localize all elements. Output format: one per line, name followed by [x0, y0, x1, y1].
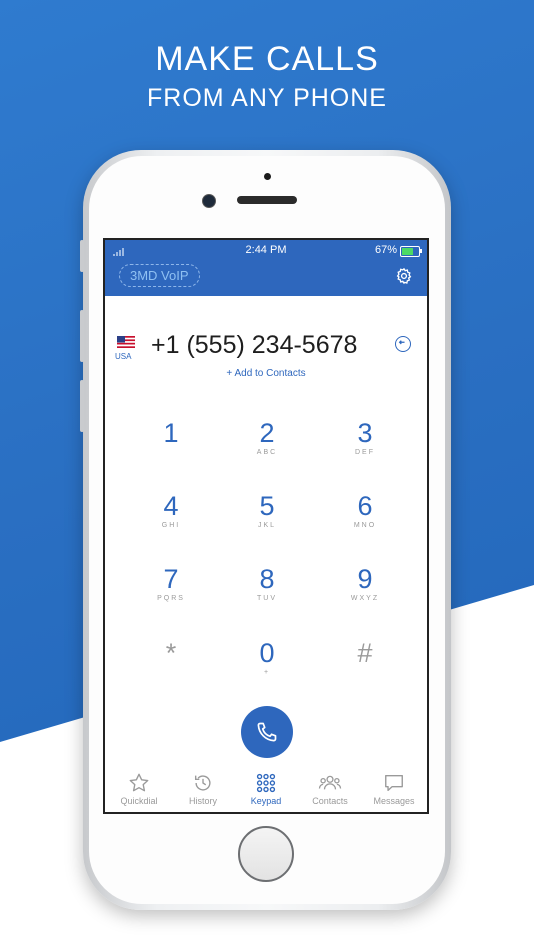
- app-name-badge: 3MD VoIP: [119, 264, 200, 287]
- tab-history[interactable]: History: [171, 768, 235, 812]
- key-8[interactable]: 8 TUV: [227, 564, 307, 620]
- us-flag-icon[interactable]: [117, 336, 135, 348]
- key-6[interactable]: 6 MNO: [325, 491, 405, 547]
- country-code[interactable]: USA: [115, 352, 131, 361]
- key-digit: 1: [163, 418, 179, 448]
- key-star[interactable]: *: [131, 638, 211, 694]
- key-digit: 8: [259, 564, 275, 594]
- key-digit: 2: [259, 418, 275, 448]
- key-digit: *: [165, 638, 177, 668]
- tab-keypad[interactable]: Keypad: [234, 768, 298, 812]
- key-digit: 6: [357, 491, 373, 521]
- key-digit: #: [357, 638, 373, 668]
- battery-percent: 67%: [374, 244, 397, 256]
- key-letters: +: [263, 669, 271, 676]
- tab-label: Messages: [373, 796, 415, 806]
- key-digit: 9: [357, 564, 373, 594]
- key-4[interactable]: 4 GHI: [131, 491, 211, 547]
- key-letters: ABC: [256, 449, 278, 456]
- tab-messages[interactable]: Messages: [362, 768, 426, 812]
- history-icon: [194, 775, 211, 791]
- key-digit: 4: [163, 491, 179, 521]
- key-letters: JKL: [257, 522, 277, 529]
- key-7[interactable]: 7 PQRS: [131, 564, 211, 620]
- home-button[interactable]: [238, 826, 294, 882]
- tab-contacts[interactable]: Contacts: [298, 768, 362, 812]
- tab-quickdial[interactable]: Quickdial: [107, 768, 171, 812]
- key-letters: GHI: [161, 522, 181, 529]
- messages-icon: [385, 774, 403, 792]
- gear-icon[interactable]: [395, 267, 413, 285]
- key-letters: DEF: [355, 449, 375, 456]
- tab-bar: Quickdial History Keypad Contacts Messag…: [105, 768, 427, 812]
- key-hash[interactable]: #: [325, 638, 405, 694]
- proximity-sensor: [264, 173, 271, 180]
- battery-icon: [400, 246, 422, 257]
- backspace-icon[interactable]: [395, 336, 411, 352]
- front-camera: [202, 194, 216, 208]
- mute-switch: [80, 240, 84, 272]
- tab-label: Keypad: [250, 796, 282, 806]
- promo-subheadline: FROM ANY PHONE: [147, 84, 387, 112]
- key-5[interactable]: 5 JKL: [227, 491, 307, 547]
- key-letters: WXYZ: [350, 595, 380, 602]
- key-letters: PQRS: [157, 595, 185, 602]
- key-3[interactable]: 3 DEF: [325, 418, 405, 474]
- key-digit: 0: [259, 638, 275, 668]
- tab-label: Contacts: [312, 796, 348, 806]
- dialed-number[interactable]: +1 (555) 234-5678: [151, 331, 357, 360]
- app-bar: 2:44 PM 67% 3MD VoIP: [105, 240, 427, 296]
- earpiece-speaker: [237, 196, 297, 204]
- keypad-icon: [256, 773, 276, 793]
- status-bar: 2:44 PM 67%: [105, 243, 427, 259]
- contacts-icon: [318, 775, 342, 790]
- key-letters: TUV: [257, 595, 277, 602]
- key-2[interactable]: 2 ABC: [227, 418, 307, 474]
- key-1[interactable]: 1: [131, 418, 211, 474]
- key-digit: 5: [259, 491, 275, 521]
- phone-icon: [257, 722, 277, 742]
- tab-label: History: [188, 796, 217, 806]
- star-icon: [129, 773, 149, 792]
- phone-screen: 2:44 PM 67% 3MD VoIP USA +1 (555) 234-56…: [103, 238, 429, 814]
- volume-up-button: [80, 310, 84, 362]
- add-to-contacts-link[interactable]: + Add to Contacts: [105, 368, 427, 379]
- dialed-number-row: USA +1 (555) 234-5678: [105, 326, 427, 366]
- promo-headline: MAKE CALLS: [155, 40, 379, 78]
- tab-label: Quickdial: [120, 796, 158, 806]
- call-button[interactable]: [241, 706, 293, 758]
- key-9[interactable]: 9 WXYZ: [325, 564, 405, 620]
- key-0[interactable]: 0 +: [227, 638, 307, 694]
- volume-down-button: [80, 380, 84, 432]
- key-letters: MNO: [353, 522, 377, 529]
- key-digit: 3: [357, 418, 373, 448]
- key-digit: 7: [163, 564, 179, 594]
